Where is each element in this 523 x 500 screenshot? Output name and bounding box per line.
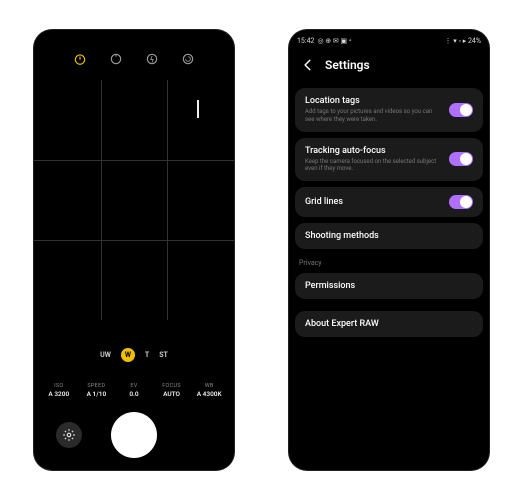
camera-screen: UW W T ST ISO A 3200 SPEED A 1/10 EV 0.0… (34, 30, 234, 470)
setting-location-tags[interactable]: Location tags Add tags to your pictures … (295, 88, 483, 132)
param-iso[interactable]: ISO A 3200 (40, 383, 78, 398)
param-ev[interactable]: EV 0.0 (115, 383, 153, 398)
status-time: 15:42 (297, 37, 314, 45)
settings-screen: 15:42 ◎ ⊕ ✉ ▣ • ⋮ ▾ ◦ ▸ 24% Settings Loc… (289, 30, 489, 470)
setting-permissions[interactable]: Permissions (295, 273, 483, 299)
toggle-tracking-autofocus[interactable] (449, 152, 473, 166)
toggle-grid-lines[interactable] (449, 195, 473, 209)
param-wb[interactable]: WB A 4300K (190, 383, 228, 398)
aspect-icon[interactable] (109, 52, 123, 66)
setting-about-expert-raw[interactable]: About Expert RAW (295, 311, 483, 337)
toggle-location-tags[interactable] (449, 103, 473, 117)
setting-grid-lines[interactable]: Grid lines (295, 187, 483, 217)
zoom-w[interactable]: W (121, 348, 135, 362)
zoom-selector: UW W T ST (34, 348, 234, 362)
shutter-button[interactable] (111, 412, 157, 458)
zoom-uw[interactable]: UW (100, 351, 111, 359)
setting-shooting-methods[interactable]: Shooting methods (295, 223, 483, 249)
setting-tracking-autofocus[interactable]: Tracking auto-focus Keep the camera focu… (295, 138, 483, 182)
camera-viewfinder[interactable] (34, 80, 234, 320)
section-privacy-label: Privacy (295, 255, 483, 267)
param-focus[interactable]: FOCUS AUTO (153, 383, 191, 398)
camera-params: ISO A 3200 SPEED A 1/10 EV 0.0 FOCUS AUT… (40, 383, 228, 398)
zoom-t[interactable]: T (145, 351, 149, 359)
param-speed[interactable]: SPEED A 1/10 (78, 383, 116, 398)
settings-title: Settings (325, 58, 370, 72)
motion-icon[interactable] (181, 52, 195, 66)
camera-top-toolbar (34, 52, 234, 66)
timer-icon[interactable] (73, 52, 87, 66)
settings-header: Settings (301, 58, 370, 72)
back-arrow-icon[interactable] (301, 58, 315, 72)
status-bar: 15:42 ◎ ⊕ ✉ ▣ • ⋮ ▾ ◦ ▸ 24% (297, 34, 481, 48)
settings-list: Location tags Add tags to your pictures … (295, 88, 483, 337)
focus-indicator (197, 100, 199, 118)
status-right-icons: ⋮ ▾ ◦ ▸ 24% (445, 37, 481, 45)
status-left-icons: ◎ ⊕ ✉ ▣ • (317, 37, 351, 45)
flash-icon[interactable] (145, 52, 159, 66)
zoom-st[interactable]: ST (159, 351, 168, 359)
